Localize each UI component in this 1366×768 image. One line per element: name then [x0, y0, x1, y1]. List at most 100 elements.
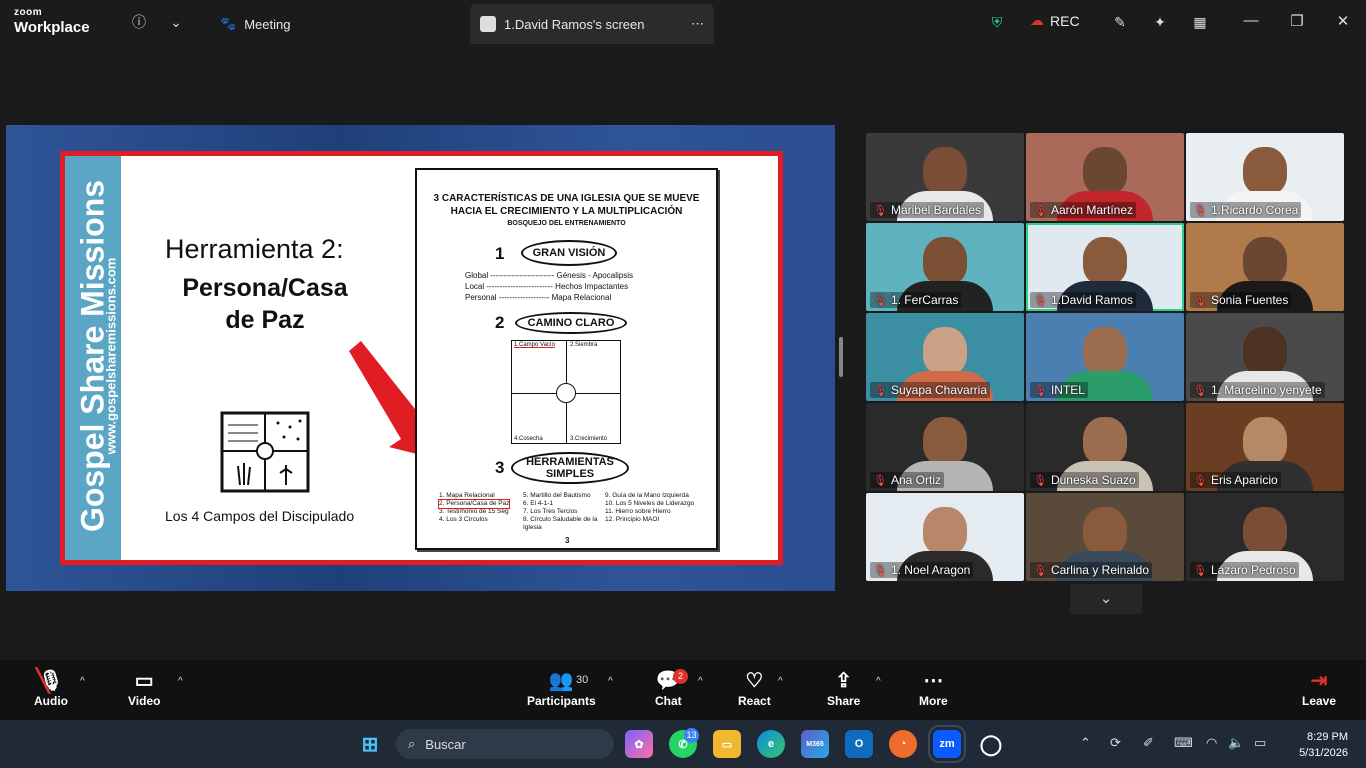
tools-column-2: 5. Martillo del Bautismo 6. El 4-1-1 7. …	[523, 492, 607, 532]
chevron-up-icon[interactable]: ⌃	[1080, 735, 1091, 751]
tab-shared-screen[interactable]: 1.David Ramos's screen ⋯	[470, 4, 714, 44]
field-harvest-label: 4.Cosecha	[514, 436, 543, 442]
participant-tile[interactable]: 🎙 Carlina y Reinaldo	[1026, 493, 1184, 581]
leave-button[interactable]: ⇥ Leave	[1302, 668, 1336, 708]
chat-unread-badge: 2	[673, 669, 688, 684]
participant-tile[interactable]: 🎙 Lázaro Pedroso	[1186, 493, 1344, 581]
participant-video	[1243, 417, 1287, 465]
microphone-muted-icon: 🎙	[1193, 204, 1207, 217]
vision-list: Global ------------------------ Génesis …	[465, 270, 633, 303]
keyboard-icon[interactable]: ⌨	[1174, 735, 1193, 751]
participant-tile[interactable]: 🎙 Maribel Bardales	[866, 133, 1024, 221]
app-logo: zoom Workplace	[14, 8, 90, 36]
participant-tile[interactable]: 🎙 INTEL	[1026, 313, 1184, 401]
app-orange-icon[interactable]: ◔	[889, 730, 917, 758]
minimize-button[interactable]: —	[1240, 12, 1262, 32]
pen-tray-icon[interactable]: ✐	[1143, 735, 1154, 751]
react-options-caret[interactable]: ^	[778, 676, 783, 687]
outlook-icon[interactable]: O	[845, 730, 873, 758]
zoom-taskbar-icon[interactable]: zm	[928, 725, 966, 763]
file-explorer-icon[interactable]: ▭	[713, 730, 741, 758]
battery-icon[interactable]: ▭	[1254, 735, 1266, 751]
wifi-icon[interactable]: ◠	[1206, 735, 1217, 751]
recording-indicator[interactable]: ☁ REC	[1030, 12, 1080, 29]
slide-sidebar: Gospel Share Missions www.gospelsharemis…	[65, 156, 121, 560]
tool-item: 5. Martillo del Bautismo	[523, 492, 591, 499]
participant-name-tag: 🎙 Lázaro Pedroso	[1190, 562, 1299, 578]
chat-options-caret[interactable]: ^	[698, 676, 703, 687]
microphone-muted-icon: 🎙	[873, 384, 887, 397]
participant-tile[interactable]: 🎙 1. Noel Aragon	[866, 493, 1024, 581]
more-button[interactable]: ⋯ More	[919, 668, 948, 708]
slide-main-heading-line2: de Paz	[225, 306, 305, 334]
audio-button[interactable]: 🎙 ╲ Audio	[34, 668, 68, 708]
participant-name: 1. Noel Aragon	[890, 563, 971, 577]
participant-tile[interactable]: 🎙 1. FerCarras	[866, 223, 1024, 311]
slide-tool-heading: Herramienta 2:	[165, 234, 344, 264]
tab-meeting[interactable]: 🐾 Meeting	[210, 4, 300, 44]
doc-subtitle: BOSQUEJO DEL ENTRENAMIENTO	[507, 220, 626, 227]
layout-icon[interactable]: ▦	[1188, 10, 1212, 34]
react-button[interactable]: ♡ React	[738, 668, 771, 708]
taskbar-search[interactable]: ⌕ Buscar	[396, 729, 614, 759]
microphone-muted-icon: 🎙	[1033, 294, 1047, 307]
shared-screen[interactable]: Gospel Share Missions www.gospelsharemis…	[6, 125, 835, 591]
annotate-pen-icon[interactable]: ✎	[1108, 10, 1132, 34]
participant-name: 1.David Ramos	[1050, 293, 1133, 307]
camera-icon: ▭	[134, 670, 154, 692]
tools-column-3: 9. Guía de la Mano Izquierda 10. Los 5 N…	[605, 492, 694, 524]
maximize-button[interactable]: ❐	[1286, 12, 1308, 32]
tool-item: 11. Hierro sobre Hierro	[605, 508, 671, 515]
audio-options-caret[interactable]: ^	[80, 676, 85, 687]
video-button[interactable]: ▭ Video	[128, 668, 160, 708]
participants-options-caret[interactable]: ^	[608, 676, 613, 687]
participant-tile[interactable]: 🎙 1. Marcelino yenyete	[1186, 313, 1344, 401]
tab-meeting-label: Meeting	[244, 16, 291, 32]
participant-name: 1.Ricardo Corea	[1210, 203, 1299, 217]
participant-tile[interactable]: 🎙 1.Ricardo Corea	[1186, 133, 1344, 221]
sync-icon[interactable]: ⟳	[1110, 735, 1121, 751]
app-ring-icon[interactable]: ◯	[977, 730, 1005, 758]
participant-name: Maribel Bardales	[890, 203, 982, 217]
participant-tile[interactable]: 🎙 Eris Aparicio	[1186, 403, 1344, 491]
participant-tile[interactable]: 🎙 1.David Ramos	[1026, 223, 1184, 311]
doc-title-line1: 3 CARACTERÍSTICAS DE UNA IGLESIA QUE SE …	[433, 193, 700, 204]
share-button[interactable]: ⇪ Share	[827, 668, 860, 708]
presentation-slide: Gospel Share Missions www.gospelsharemis…	[60, 151, 783, 565]
video-options-caret[interactable]: ^	[178, 676, 183, 687]
windows-start-icon[interactable]: ⊞	[356, 730, 384, 758]
participant-video	[1083, 327, 1127, 375]
system-clock[interactable]: 8:29 PM 5/31/2026	[1290, 729, 1348, 761]
participant-name-tag: 🎙 Ana Ortiz	[870, 472, 944, 488]
vision-list-item: Personal ------------------- Mapa Relaci…	[465, 293, 612, 302]
tab-screen-label: 1.David Ramos's screen	[504, 16, 645, 32]
section-number-2: 2	[495, 313, 505, 332]
participant-name-tag: 🎙 1. Noel Aragon	[870, 562, 974, 578]
volume-icon[interactable]: 🔈	[1228, 735, 1244, 751]
shield-icon[interactable]: ⛨	[985, 10, 1009, 34]
close-button[interactable]: ✕	[1332, 12, 1354, 32]
participant-tile[interactable]: 🎙 Ana Ortiz	[866, 403, 1024, 491]
tool-item: 8. Círculo Saludable de la Iglesia	[523, 516, 598, 531]
microphone-muted-icon: 🎙	[1193, 564, 1207, 577]
split-resize-handle[interactable]	[839, 337, 843, 377]
share-options-caret[interactable]: ^	[876, 676, 881, 687]
participant-tile[interactable]: 🎙 Aarón Martínez	[1026, 133, 1184, 221]
vision-list-item: Local ------------------------- Hechos I…	[465, 282, 629, 291]
more-label: More	[919, 694, 948, 708]
participant-name: Lázaro Pedroso	[1210, 563, 1296, 577]
copilot-icon[interactable]: ✿	[625, 730, 653, 758]
chevron-down-icon[interactable]: ⌄	[164, 10, 188, 34]
edge-browser-icon[interactable]: e	[757, 730, 785, 758]
vision-list-item: Global ------------------------ Génesis …	[465, 271, 633, 280]
participant-tile[interactable]: 🎙 Sonia Fuentes	[1186, 223, 1344, 311]
m365-icon[interactable]: M365	[801, 730, 829, 758]
tools-column-1: 1. Mapa Relacional 2. Persona/Casa de Pa…	[437, 492, 511, 524]
chevron-down-icon[interactable]: ⌄	[1070, 584, 1142, 614]
participant-tile[interactable]: 🎙 Duneska Suazo	[1026, 403, 1184, 491]
ai-companion-icon[interactable]: ✦	[1148, 10, 1172, 34]
participant-tile[interactable]: 🎙 Suyapa Chavarria	[866, 313, 1024, 401]
tool-item: 12. Principio MAOI	[605, 516, 660, 523]
more-options-icon[interactable]: ⋯	[691, 16, 704, 32]
info-icon[interactable]: ⓘ	[127, 10, 151, 34]
